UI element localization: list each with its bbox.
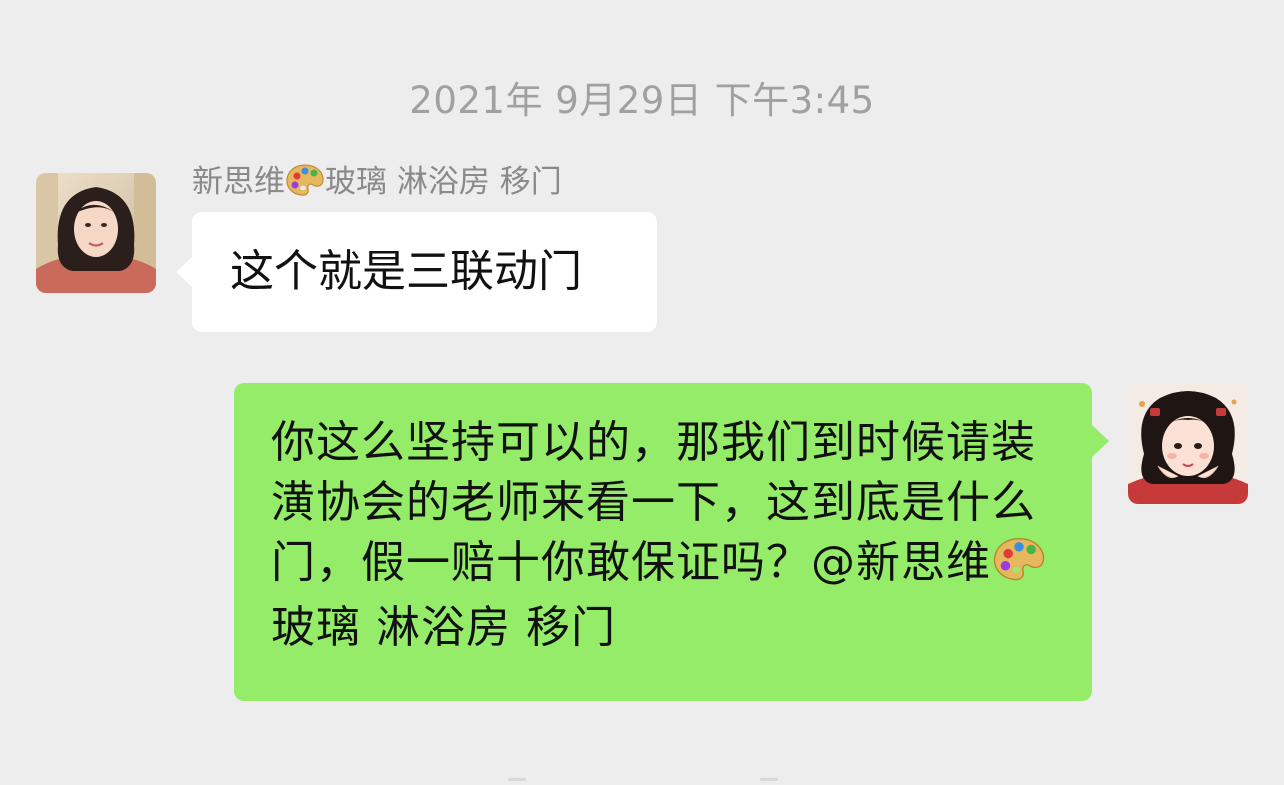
message-timestamp: 2021年 9月29日 下午3:45	[409, 79, 875, 122]
contact-avatar-photo-icon	[36, 173, 156, 293]
next-message-edge	[760, 778, 778, 781]
incoming-message-bubble[interactable]: 这个就是三联动门	[176, 212, 657, 332]
incoming-message-text: 这个就是三联动门	[230, 246, 582, 297]
palette-emoji-icon	[991, 536, 1047, 598]
outgoing-message-text-suffix: 玻璃 淋浴房 移门	[271, 602, 616, 653]
next-message-edge	[508, 778, 526, 781]
sender-name-suffix: 玻璃 淋浴房 移门	[325, 164, 562, 200]
my-avatar-illustration-icon	[1128, 384, 1248, 504]
outgoing-message-text: 你这么坚持可以的，那我们到时候请装潢协会的老师来看一下，这到底是什么门，假一赔十…	[271, 417, 1036, 588]
contact-avatar[interactable]	[36, 173, 156, 293]
palette-emoji-icon	[285, 163, 325, 209]
sender-name: 新思维 玻璃 淋浴房 移门	[192, 160, 562, 209]
outgoing-message-bubble[interactable]: 你这么坚持可以的，那我们到时候请装潢协会的老师来看一下，这到底是什么门，假一赔十…	[234, 383, 1109, 701]
my-avatar[interactable]	[1128, 384, 1248, 504]
sender-name-prefix: 新思维	[192, 164, 285, 200]
